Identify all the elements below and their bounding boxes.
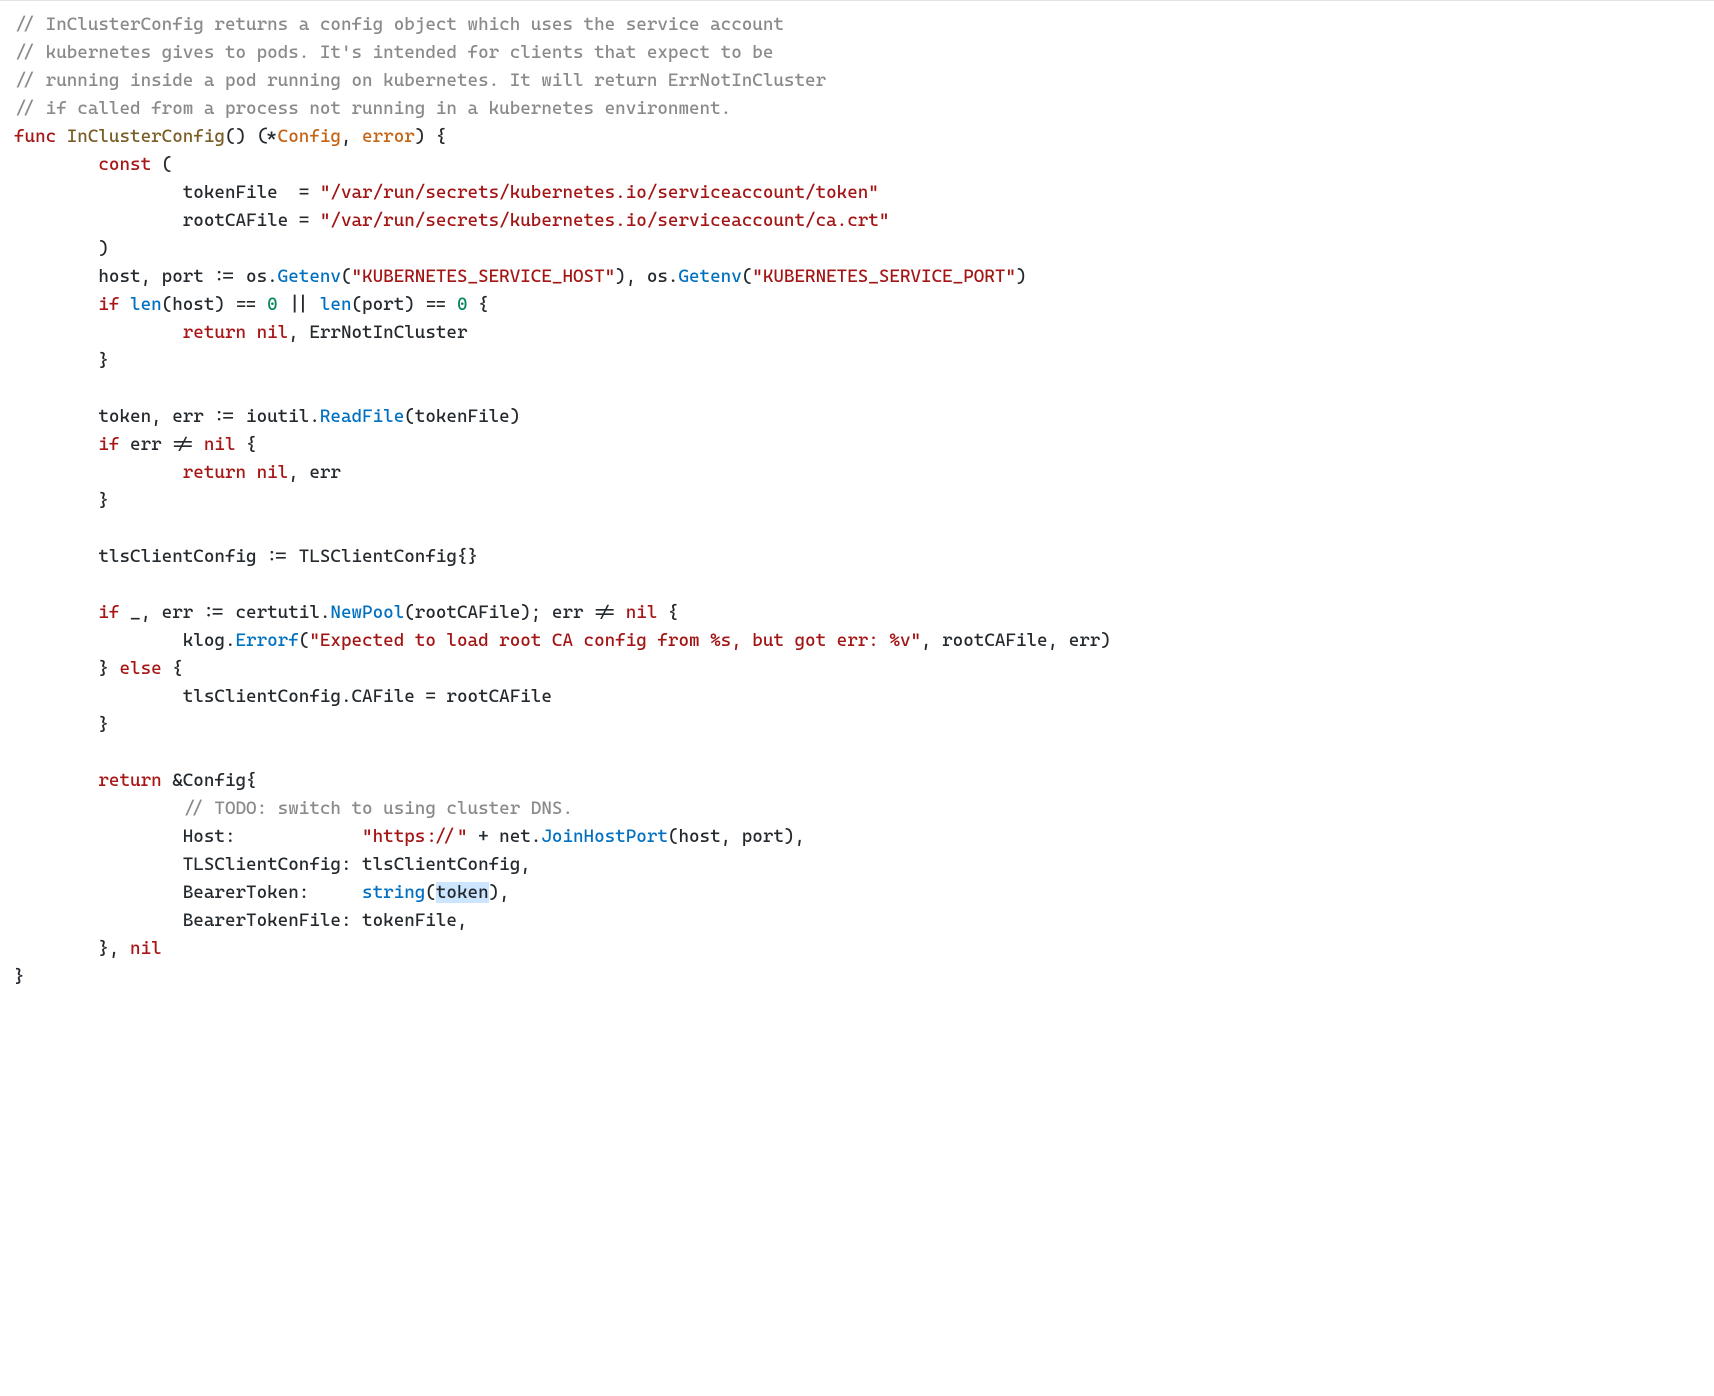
code-text: { [235,434,256,455]
func-call: len [130,294,162,315]
code-text: err != [119,434,203,455]
code-text: ), os. [615,266,678,287]
number-literal: 0 [457,294,468,315]
keyword-if: if [98,294,119,315]
func-call: Errorf [235,630,298,651]
code-text: host, port := os. [14,266,278,287]
code-text: tlsClientConfig.CAFile = rootCAFile [14,686,552,707]
code-text: ( [742,266,753,287]
code-text: (port) == [352,294,457,315]
code-text: _, err := certutil. [119,602,330,623]
keyword-nil: nil [130,938,162,959]
code-text: , rootCAFile, err) [921,630,1111,651]
code-text: &Config{ [162,770,257,791]
func-call: Getenv [278,266,341,287]
type-name: Config [278,126,341,147]
code-text: + net. [468,826,542,847]
code-block: // InClusterConfig returns a config obje… [0,0,1714,1011]
code-text: ( [151,154,172,175]
keyword-if: if [98,434,119,455]
code-text [14,434,98,455]
keyword-func: func [14,126,56,147]
code-text: ( [425,882,436,903]
func-call: string [362,882,425,903]
code-text: (host) == [162,294,267,315]
code-text: }, [14,938,130,959]
number-literal: 0 [267,294,278,315]
keyword-return: return [183,322,246,343]
code-text: , err [288,462,341,483]
string-literal: "KUBERNETES_SERVICE_HOST" [352,266,616,287]
code-comment: // InClusterConfig returns a config obje… [14,14,784,35]
code-text: TLSClientConfig: tlsClientConfig, [14,854,531,875]
keyword-nil: nil [204,434,236,455]
code-text: ) { [415,126,447,147]
code-text [14,462,183,483]
code-text: BearerToken: [14,882,362,903]
code-text [14,770,98,791]
code-text: } [14,490,109,511]
keyword-nil: nil [626,602,658,623]
code-text: (host, port), [668,826,805,847]
code-text: rootCAFile = [14,210,320,231]
code-text: } [14,350,109,371]
code-text [14,602,98,623]
code-text: } [14,714,109,735]
type-name: error [362,126,415,147]
func-call: Getenv [678,266,741,287]
code-text: (rootCAFile); err != [404,602,625,623]
func-call: NewPool [330,602,404,623]
code-text: { [468,294,489,315]
code-text [246,462,257,483]
keyword-else: else [119,658,161,679]
highlighted-token: token [436,882,489,903]
keyword-if: if [98,602,119,623]
code-text: } [14,966,25,987]
code-text [14,294,98,315]
keyword-nil: nil [257,462,289,483]
keyword-const: const [98,154,151,175]
code-text [14,322,183,343]
code-text: } [14,658,119,679]
code-text: ) [1016,266,1027,287]
func-call: len [320,294,352,315]
code-comment: // TODO: switch to using cluster DNS. [183,798,573,819]
code-text: () (* [225,126,278,147]
func-call: JoinHostPort [541,826,668,847]
string-literal: "Expected to load root CA config from %s… [309,630,921,651]
string-literal: "/var/run/secrets/kubernetes.io/servicea… [320,182,879,203]
code-text: Host: [14,826,362,847]
string-literal: "KUBERNETES_SERVICE_PORT" [752,266,1016,287]
code-text: (tokenFile) [404,406,520,427]
code-text: BearerTokenFile: tokenFile, [14,910,468,931]
code-text: || [278,294,320,315]
keyword-return: return [98,770,161,791]
code-text: token, err := ioutil. [14,406,320,427]
code-text: tokenFile = [14,182,320,203]
string-literal: "/var/run/secrets/kubernetes.io/servicea… [320,210,890,231]
code-text: ), [489,882,510,903]
code-text [14,798,183,819]
code-text: tlsClientConfig := TLSClientConfig{} [14,546,478,567]
code-text [14,154,98,175]
code-text: klog. [14,630,235,651]
keyword-return: return [183,462,246,483]
code-text: , ErrNotInCluster [288,322,467,343]
code-text: ) [14,238,109,259]
code-comment: // running inside a pod running on kuber… [14,70,826,91]
code-text: { [162,658,183,679]
code-text: ( [299,630,310,651]
code-comment: // kubernetes gives to pods. It's intend… [14,42,773,63]
function-name: InClusterConfig [67,126,225,147]
code-text: , [341,126,362,147]
keyword-nil: nil [257,322,289,343]
code-text [119,294,130,315]
string-literal: "https://" [362,826,467,847]
code-comment: // if called from a process not running … [14,98,731,119]
code-text: { [657,602,678,623]
func-call: ReadFile [320,406,404,427]
code-text: ( [341,266,352,287]
code-text [246,322,257,343]
